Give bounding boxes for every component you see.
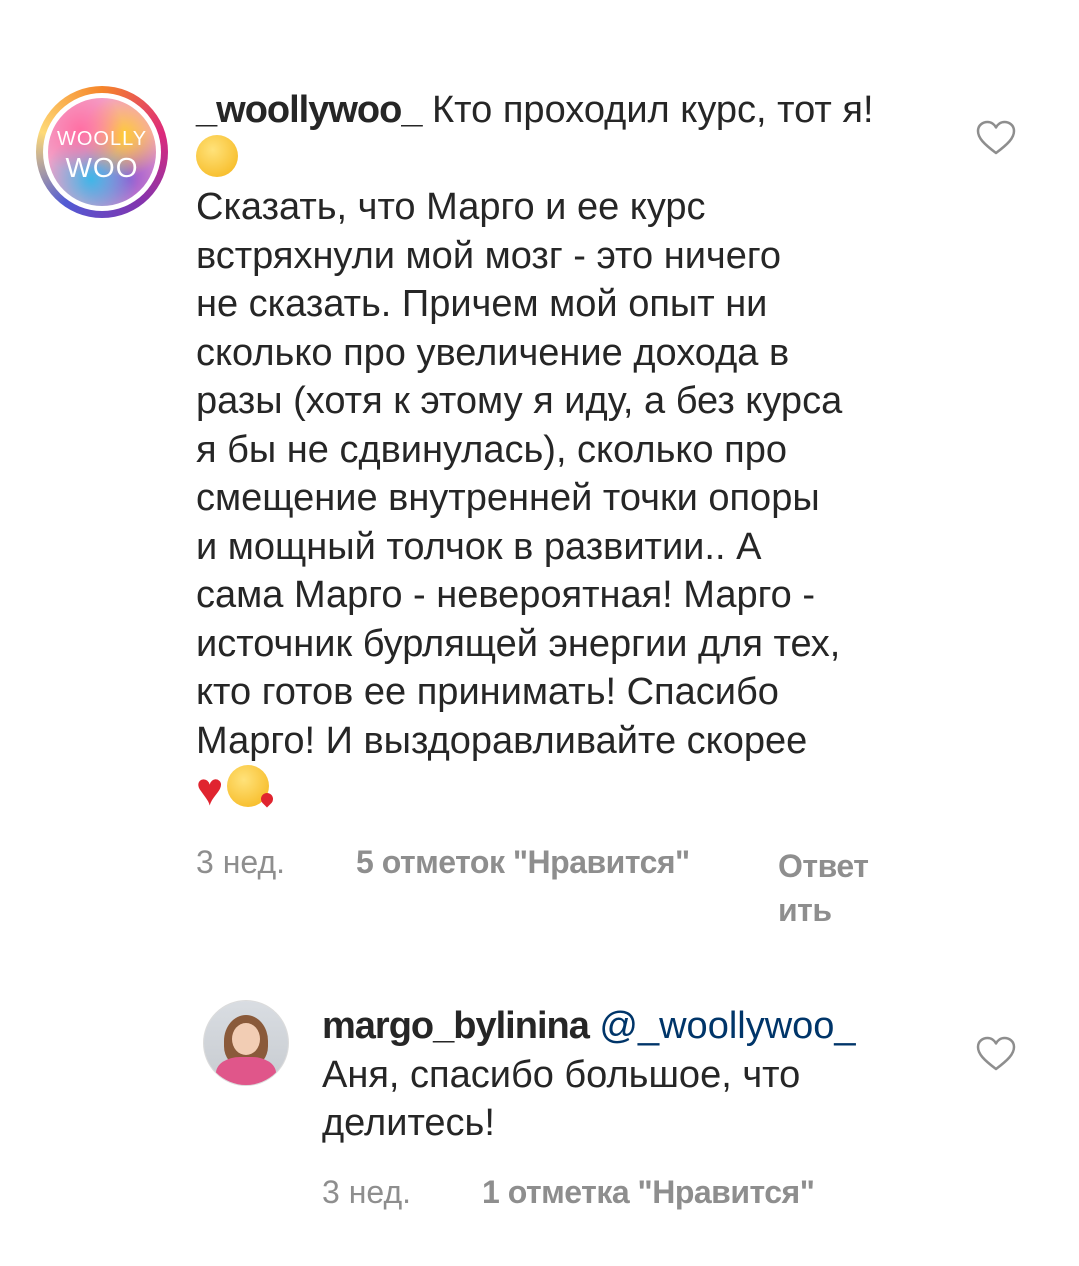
red-heart-emoji: ♥	[196, 763, 224, 815]
avatar[interactable]	[203, 1000, 289, 1086]
face-blowing-kiss-emoji	[227, 765, 270, 807]
avatar-logo-text-line2: WOO	[65, 152, 139, 183]
heart-outline-icon[interactable]	[976, 120, 1016, 156]
likes-count-link[interactable]: 1 отметка "Нравится"	[482, 1174, 815, 1211]
comment-timestamp: 3 нед.	[322, 1174, 412, 1210]
avatar-story-ring[interactable]: WOOLLY WOO	[36, 86, 168, 218]
likes-count-link[interactable]: 5 отметок "Нравится"	[356, 844, 690, 881]
comment-timestamp: 3 нед.	[196, 844, 286, 880]
comment-body: Сказать, что Марго и ее курс встряхнули …	[196, 186, 843, 762]
comment-intro: Кто проходил курс, тот я!	[432, 89, 874, 131]
comment-text: _woollywoo_ Кто проходил курс, тот я! Ск…	[196, 86, 956, 814]
avatar-logo-text-line1: WOOLLY	[56, 128, 148, 150]
mention-link[interactable]: @_woollywoo_	[599, 1005, 855, 1047]
comment-text: margo_bylinina @_woollywoo_ Аня, спасибо…	[322, 1002, 942, 1148]
avatar: WOOLLY WOO	[48, 98, 156, 206]
comment-username[interactable]: margo_bylinina	[322, 1005, 590, 1047]
comment-username[interactable]: _woollywoo_	[196, 89, 422, 131]
comment-body: Аня, спасибо большое, что делитесь!	[322, 1053, 801, 1145]
hugging-face-emoji	[196, 134, 238, 177]
heart-outline-icon[interactable]	[976, 1036, 1016, 1072]
reply-button[interactable]: Ответ ить	[778, 844, 888, 932]
